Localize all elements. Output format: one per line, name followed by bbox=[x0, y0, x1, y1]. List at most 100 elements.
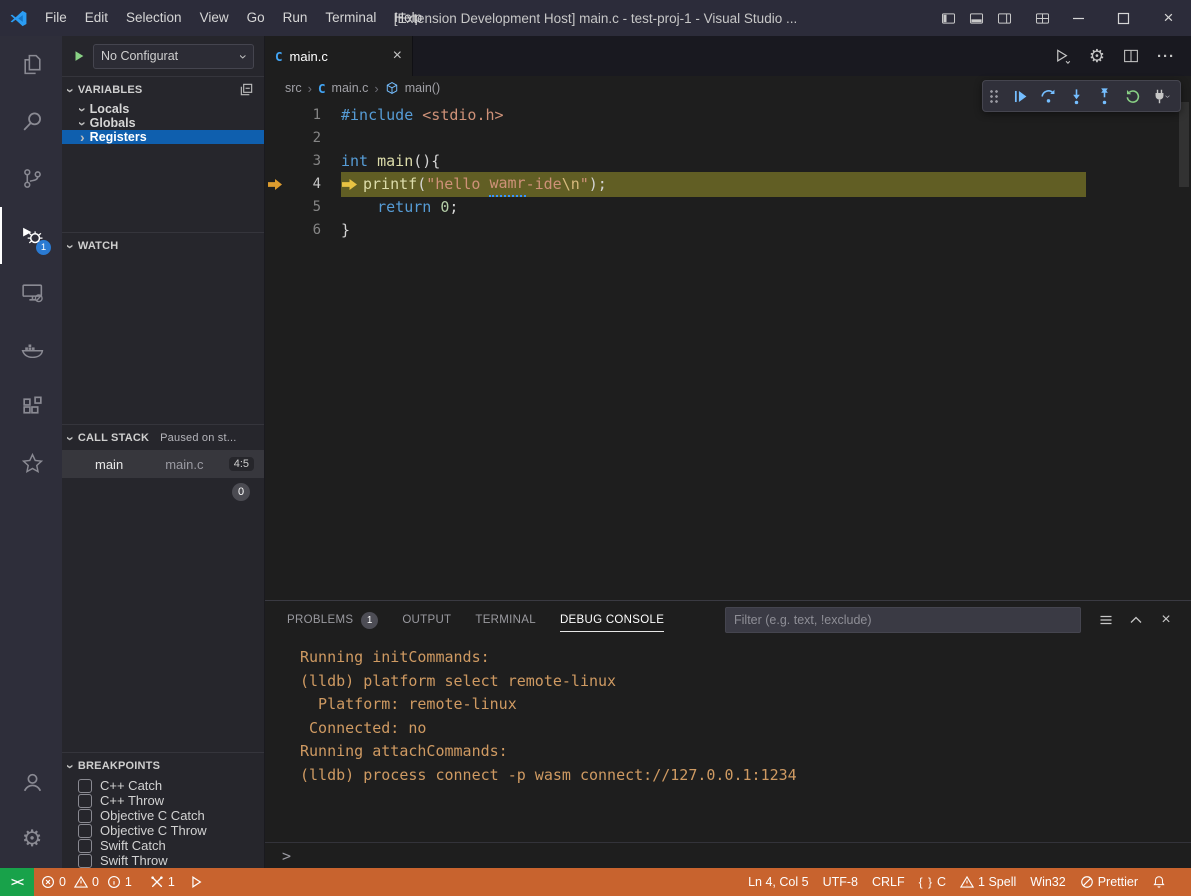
collapse-all-icon[interactable] bbox=[239, 82, 254, 97]
menu-go[interactable]: Go bbox=[238, 0, 274, 36]
breadcrumb-file[interactable]: main.c bbox=[332, 81, 369, 95]
activity-docker[interactable] bbox=[0, 321, 62, 378]
menu-run[interactable]: Run bbox=[274, 0, 317, 36]
checkbox-unchecked[interactable] bbox=[78, 809, 92, 823]
console-line: Connected: no bbox=[300, 717, 1191, 741]
status-notifications[interactable] bbox=[1145, 868, 1173, 896]
debug-console-input[interactable]: > bbox=[265, 842, 1191, 868]
maximize-panel-button[interactable] bbox=[1125, 609, 1147, 631]
breakpoint-item[interactable]: Swift Catch bbox=[62, 838, 264, 853]
variables-item-globals[interactable]: › Globals bbox=[62, 116, 264, 130]
status-cursor-position[interactable]: Ln 4, Col 5 bbox=[741, 868, 815, 896]
breadcrumb-symbol[interactable]: main() bbox=[405, 81, 440, 95]
step-over-button[interactable] bbox=[1034, 83, 1062, 109]
continue-button[interactable] bbox=[1006, 83, 1034, 109]
restart-button[interactable] bbox=[1118, 83, 1146, 109]
editor-scrollbar[interactable] bbox=[1179, 102, 1189, 187]
activity-search[interactable] bbox=[0, 93, 62, 150]
breakpoints-section-header[interactable]: › BREAKPOINTS bbox=[62, 752, 264, 778]
editor-settings-button[interactable]: ⚙ bbox=[1089, 46, 1105, 67]
activity-remote-explorer[interactable] bbox=[0, 264, 62, 321]
output-actions-icon[interactable] bbox=[1095, 609, 1117, 631]
status-spell-checker[interactable]: 1 Spell bbox=[953, 868, 1023, 896]
close-panel-button[interactable]: × bbox=[1155, 609, 1177, 631]
checkbox-unchecked[interactable] bbox=[78, 839, 92, 853]
variables-item-registers[interactable]: › Registers bbox=[62, 130, 264, 144]
run-or-debug-button[interactable] bbox=[1054, 47, 1072, 65]
status-platform[interactable]: Win32 bbox=[1023, 868, 1072, 896]
drag-grip-icon[interactable] bbox=[989, 89, 1000, 104]
breakpoint-item[interactable]: C++ Throw bbox=[62, 793, 264, 808]
breakpoint-item[interactable]: Swift Throw bbox=[62, 853, 264, 868]
maximize-button[interactable] bbox=[1101, 0, 1146, 36]
variables-item-locals[interactable]: › Locals bbox=[62, 102, 264, 116]
checkbox-unchecked[interactable] bbox=[78, 794, 92, 808]
menu-terminal[interactable]: Terminal bbox=[316, 0, 385, 36]
tab-main-c[interactable]: C main.c × bbox=[265, 36, 413, 76]
activity-explorer[interactable] bbox=[0, 36, 62, 93]
customize-layout-button[interactable] bbox=[1028, 0, 1056, 36]
toggle-secondary-sidebar-button[interactable] bbox=[990, 0, 1018, 36]
checkbox-unchecked[interactable] bbox=[78, 779, 92, 793]
panel-tab-output[interactable]: OUTPUT bbox=[402, 614, 451, 626]
activity-run-and-debug[interactable]: 1 bbox=[0, 207, 62, 264]
activity-accounts[interactable] bbox=[0, 754, 62, 811]
close-window-button[interactable]: × bbox=[1146, 0, 1191, 36]
call-stack-section-header[interactable]: › CALL STACK Paused on st... bbox=[62, 424, 264, 450]
code-line[interactable]: 6} bbox=[265, 219, 1191, 242]
code-editor[interactable]: 1#include <stdio.h>23int main(){4printf(… bbox=[265, 100, 1191, 600]
panel-tab-problems[interactable]: PROBLEMS 1 bbox=[287, 612, 378, 629]
status-tools[interactable]: 1 bbox=[143, 868, 182, 896]
remote-indicator[interactable]: >< bbox=[0, 868, 34, 896]
split-editor-button[interactable] bbox=[1122, 47, 1140, 65]
code-line[interactable]: 4printf("hello wamr-ide\n"); bbox=[265, 173, 1191, 196]
status-prettier[interactable]: Prettier bbox=[1073, 868, 1145, 896]
activity-favorites[interactable] bbox=[0, 435, 62, 492]
toggle-panel-button[interactable] bbox=[962, 0, 990, 36]
activity-manage[interactable]: ⚙ bbox=[0, 811, 62, 868]
code-line[interactable]: 2 bbox=[265, 127, 1191, 150]
checkbox-unchecked[interactable] bbox=[78, 854, 92, 868]
step-out-button[interactable] bbox=[1090, 83, 1118, 109]
breakpoint-item[interactable]: Objective C Catch bbox=[62, 808, 264, 823]
menu-selection[interactable]: Selection bbox=[117, 0, 191, 36]
launch-config-dropdown[interactable]: No Configurat › bbox=[93, 44, 254, 69]
breakpoint-item[interactable]: C++ Catch bbox=[62, 778, 264, 793]
panel-tab-label: TERMINAL bbox=[475, 614, 536, 626]
code-line[interactable]: 3int main(){ bbox=[265, 150, 1191, 173]
step-into-button[interactable] bbox=[1062, 83, 1090, 109]
menu-help[interactable]: Help bbox=[385, 0, 431, 36]
menu-edit[interactable]: Edit bbox=[76, 0, 117, 36]
status-encoding[interactable]: UTF-8 bbox=[816, 868, 865, 896]
activity-bar-top: 1 bbox=[0, 36, 62, 492]
code-line[interactable]: 5 return 0; bbox=[265, 196, 1191, 219]
code-text: return 0; bbox=[341, 196, 458, 219]
remote-icon: >< bbox=[11, 875, 23, 889]
console-filter-input[interactable] bbox=[725, 607, 1081, 633]
stack-frame-row[interactable]: main main.c 4:5 bbox=[62, 450, 264, 478]
status-label: UTF-8 bbox=[823, 875, 858, 889]
start-debugging-icon[interactable] bbox=[72, 49, 86, 63]
more-actions-button[interactable]: ··· bbox=[1157, 48, 1175, 65]
code-token: (){ bbox=[413, 150, 440, 173]
watch-section-header[interactable]: › WATCH bbox=[62, 232, 264, 258]
status-problems[interactable]: 0 0 1 bbox=[34, 868, 143, 896]
status-eol[interactable]: CRLF bbox=[865, 868, 912, 896]
checkbox-unchecked[interactable] bbox=[78, 824, 92, 838]
debug-current-line-gutter-arrow[interactable] bbox=[265, 179, 285, 190]
breakpoint-item[interactable]: Objective C Throw bbox=[62, 823, 264, 838]
activity-source-control[interactable] bbox=[0, 150, 62, 207]
status-language-mode[interactable]: { } C bbox=[912, 868, 953, 896]
menu-view[interactable]: View bbox=[191, 0, 238, 36]
variables-section-header[interactable]: › VARIABLES bbox=[62, 76, 264, 102]
disconnect-button[interactable]: › bbox=[1146, 83, 1174, 109]
panel-tab-terminal[interactable]: TERMINAL bbox=[475, 614, 536, 626]
minimize-button[interactable] bbox=[1056, 0, 1101, 36]
breadcrumb-folder[interactable]: src bbox=[285, 81, 302, 95]
status-debug[interactable] bbox=[182, 868, 210, 896]
panel-tab-debug-console[interactable]: DEBUG CONSOLE bbox=[560, 614, 664, 626]
close-icon[interactable]: × bbox=[393, 47, 402, 65]
toggle-sidebar-button[interactable] bbox=[934, 0, 962, 36]
activity-extensions[interactable] bbox=[0, 378, 62, 435]
menu-file[interactable]: File bbox=[36, 0, 76, 36]
